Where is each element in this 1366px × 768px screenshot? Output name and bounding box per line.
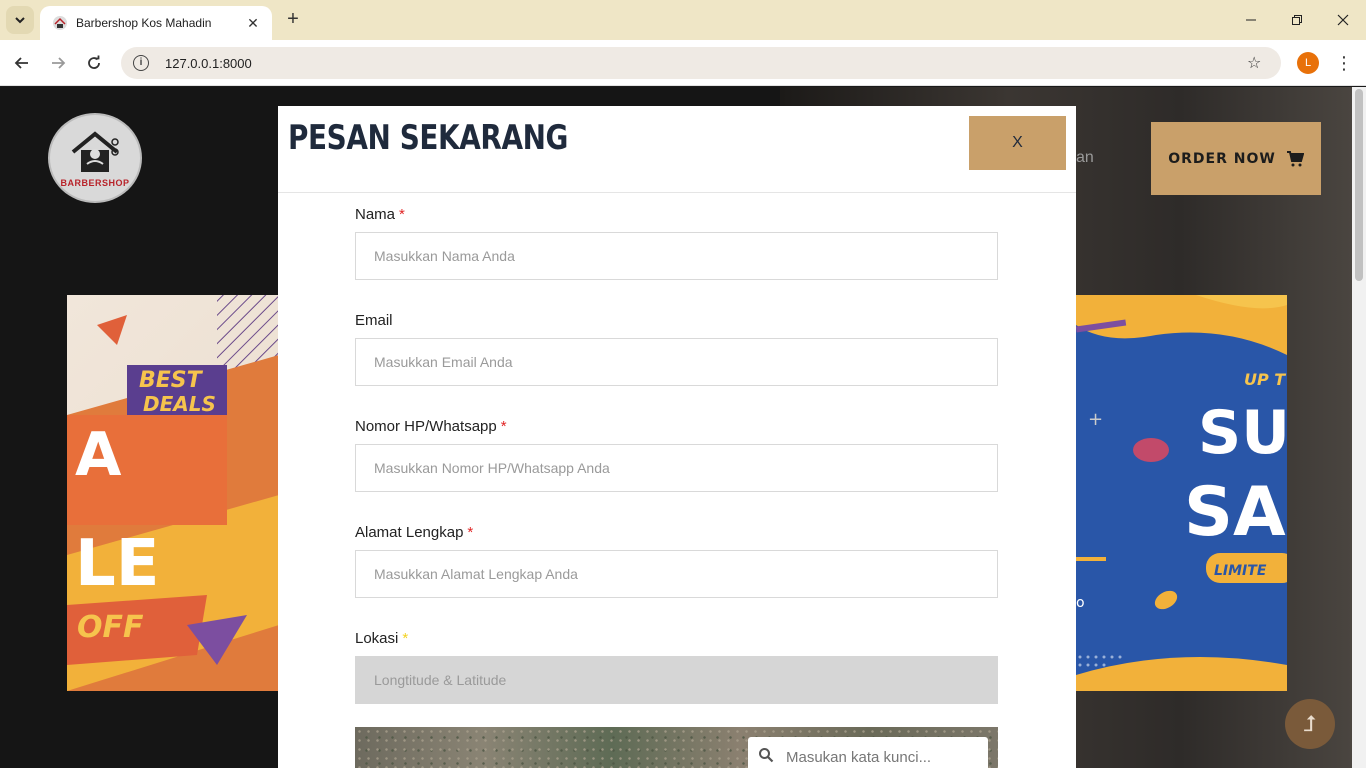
promo-banner-left: A LE OFF BEST DEALS	[67, 295, 279, 691]
back-button[interactable]	[8, 49, 36, 77]
svg-text:OFF: OFF	[77, 610, 144, 645]
email-input[interactable]	[355, 338, 998, 386]
nama-label: Nama *	[355, 206, 998, 226]
modal-close-button[interactable]: X	[969, 116, 1066, 170]
scrollbar-thumb[interactable]	[1355, 89, 1363, 281]
svg-text:BEST: BEST	[139, 368, 204, 393]
svg-text:+: +	[1088, 409, 1103, 430]
location-map[interactable]	[355, 727, 998, 768]
phone-label-text: Nomor HP/Whatsapp	[355, 418, 497, 435]
reload-button[interactable]	[80, 49, 108, 77]
search-icon	[758, 747, 778, 767]
order-now-button[interactable]: ORDER NOW	[1151, 122, 1321, 195]
site-info-icon[interactable]: i	[133, 55, 149, 71]
lokasi-input	[355, 656, 998, 704]
super-sale-banner-image: + UP T SU SA LIMITE o	[1076, 295, 1287, 691]
cart-icon	[1286, 150, 1304, 166]
barbershop-favicon-icon	[53, 16, 67, 30]
minimize-icon	[1246, 19, 1256, 21]
nama-field-group: Nama *	[355, 206, 998, 280]
url-text[interactable]: 127.0.0.1:8000	[165, 56, 1247, 71]
restore-button[interactable]	[1274, 6, 1320, 34]
tab-title: Barbershop Kos Mahadin	[76, 16, 212, 30]
phone-input[interactable]	[355, 444, 998, 492]
required-asterisk: *	[399, 206, 405, 223]
order-modal: PESAN SEKARANG X Nama* Email Nomor HP/Wh…	[278, 106, 1076, 768]
svg-text:LIMITE: LIMITE	[1214, 563, 1267, 579]
nama-label-text: Nama	[355, 206, 396, 223]
order-now-label: ORDER NOW	[1168, 150, 1276, 167]
forward-button[interactable]	[44, 49, 72, 77]
arrow-right-icon	[52, 57, 66, 69]
email-label-text: Email	[355, 312, 393, 329]
lokasi-label: Lokasi *	[355, 630, 998, 650]
page-scrollbar[interactable]	[1352, 87, 1366, 768]
map-search-box[interactable]	[748, 737, 988, 768]
nav-link-partial[interactable]: an	[1076, 149, 1094, 167]
promo-banner-right: + UP T SU SA LIMITE o	[1076, 295, 1287, 691]
minimize-button[interactable]	[1228, 6, 1274, 34]
lokasi-label-text: Lokasi	[355, 630, 399, 647]
required-asterisk: *	[500, 418, 507, 435]
phone-field-group: Nomor HP/Whatsapp *	[355, 418, 998, 492]
chevron-down-icon	[15, 17, 25, 24]
bookmark-star-icon[interactable]: ☆	[1247, 53, 1267, 73]
address-bar[interactable]: i 127.0.0.1:8000 ☆	[121, 47, 1281, 79]
lokasi-field-group: Lokasi *	[355, 630, 998, 704]
svg-text:UP T: UP T	[1244, 370, 1286, 389]
browser-tab-bar: Barbershop Kos Mahadin ✕ +	[0, 0, 1366, 40]
svg-text:o: o	[1076, 595, 1085, 611]
browser-tab[interactable]: Barbershop Kos Mahadin ✕	[40, 6, 272, 40]
close-icon	[1337, 14, 1349, 26]
logo-text: BARBERSHOP	[60, 178, 130, 188]
close-window-button[interactable]	[1320, 6, 1366, 34]
svg-text:SU: SU	[1198, 398, 1287, 468]
email-label: Email	[355, 312, 998, 332]
arrow-up-icon: ⮥	[1303, 711, 1317, 736]
map-search-input[interactable]	[786, 748, 976, 766]
barbershop-logo-icon	[71, 131, 119, 172]
arrow-left-icon	[14, 57, 28, 69]
required-asterisk: *	[467, 524, 474, 541]
phone-label: Nomor HP/Whatsapp *	[355, 418, 998, 438]
svg-text:LE: LE	[75, 527, 160, 601]
svg-text:SA: SA	[1184, 473, 1286, 552]
new-tab-button[interactable]: +	[282, 8, 304, 30]
alamat-label-text: Alamat Lengkap	[355, 524, 464, 541]
tab-search-button[interactable]	[6, 6, 34, 34]
svg-text:A: A	[75, 420, 122, 490]
back-to-top-button[interactable]: ⮥	[1285, 699, 1335, 749]
restore-icon	[1292, 15, 1302, 25]
alamat-field-group: Alamat Lengkap *	[355, 524, 998, 598]
alamat-input[interactable]	[355, 550, 998, 598]
reload-icon	[88, 55, 100, 69]
email-field-group: Email	[355, 312, 998, 386]
browser-menu-icon[interactable]: ⋮	[1334, 52, 1354, 74]
page-content: BARBERSHOP an ORDER NOW A LE OFF BEST DE…	[0, 87, 1352, 768]
required-asterisk: *	[402, 630, 409, 647]
svg-text:DEALS: DEALS	[143, 392, 216, 416]
sale-banner-image: A LE OFF BEST DEALS	[67, 295, 279, 691]
nama-input[interactable]	[355, 232, 998, 280]
modal-header: PESAN SEKARANG X	[278, 106, 1076, 193]
site-logo[interactable]: BARBERSHOP	[48, 113, 142, 203]
close-tab-icon[interactable]: ✕	[244, 15, 262, 32]
profile-avatar[interactable]: L	[1297, 52, 1319, 74]
alamat-label: Alamat Lengkap *	[355, 524, 998, 544]
modal-title: PESAN SEKARANG	[288, 118, 569, 158]
browser-toolbar: i 127.0.0.1:8000 ☆ L ⋮	[0, 40, 1366, 86]
